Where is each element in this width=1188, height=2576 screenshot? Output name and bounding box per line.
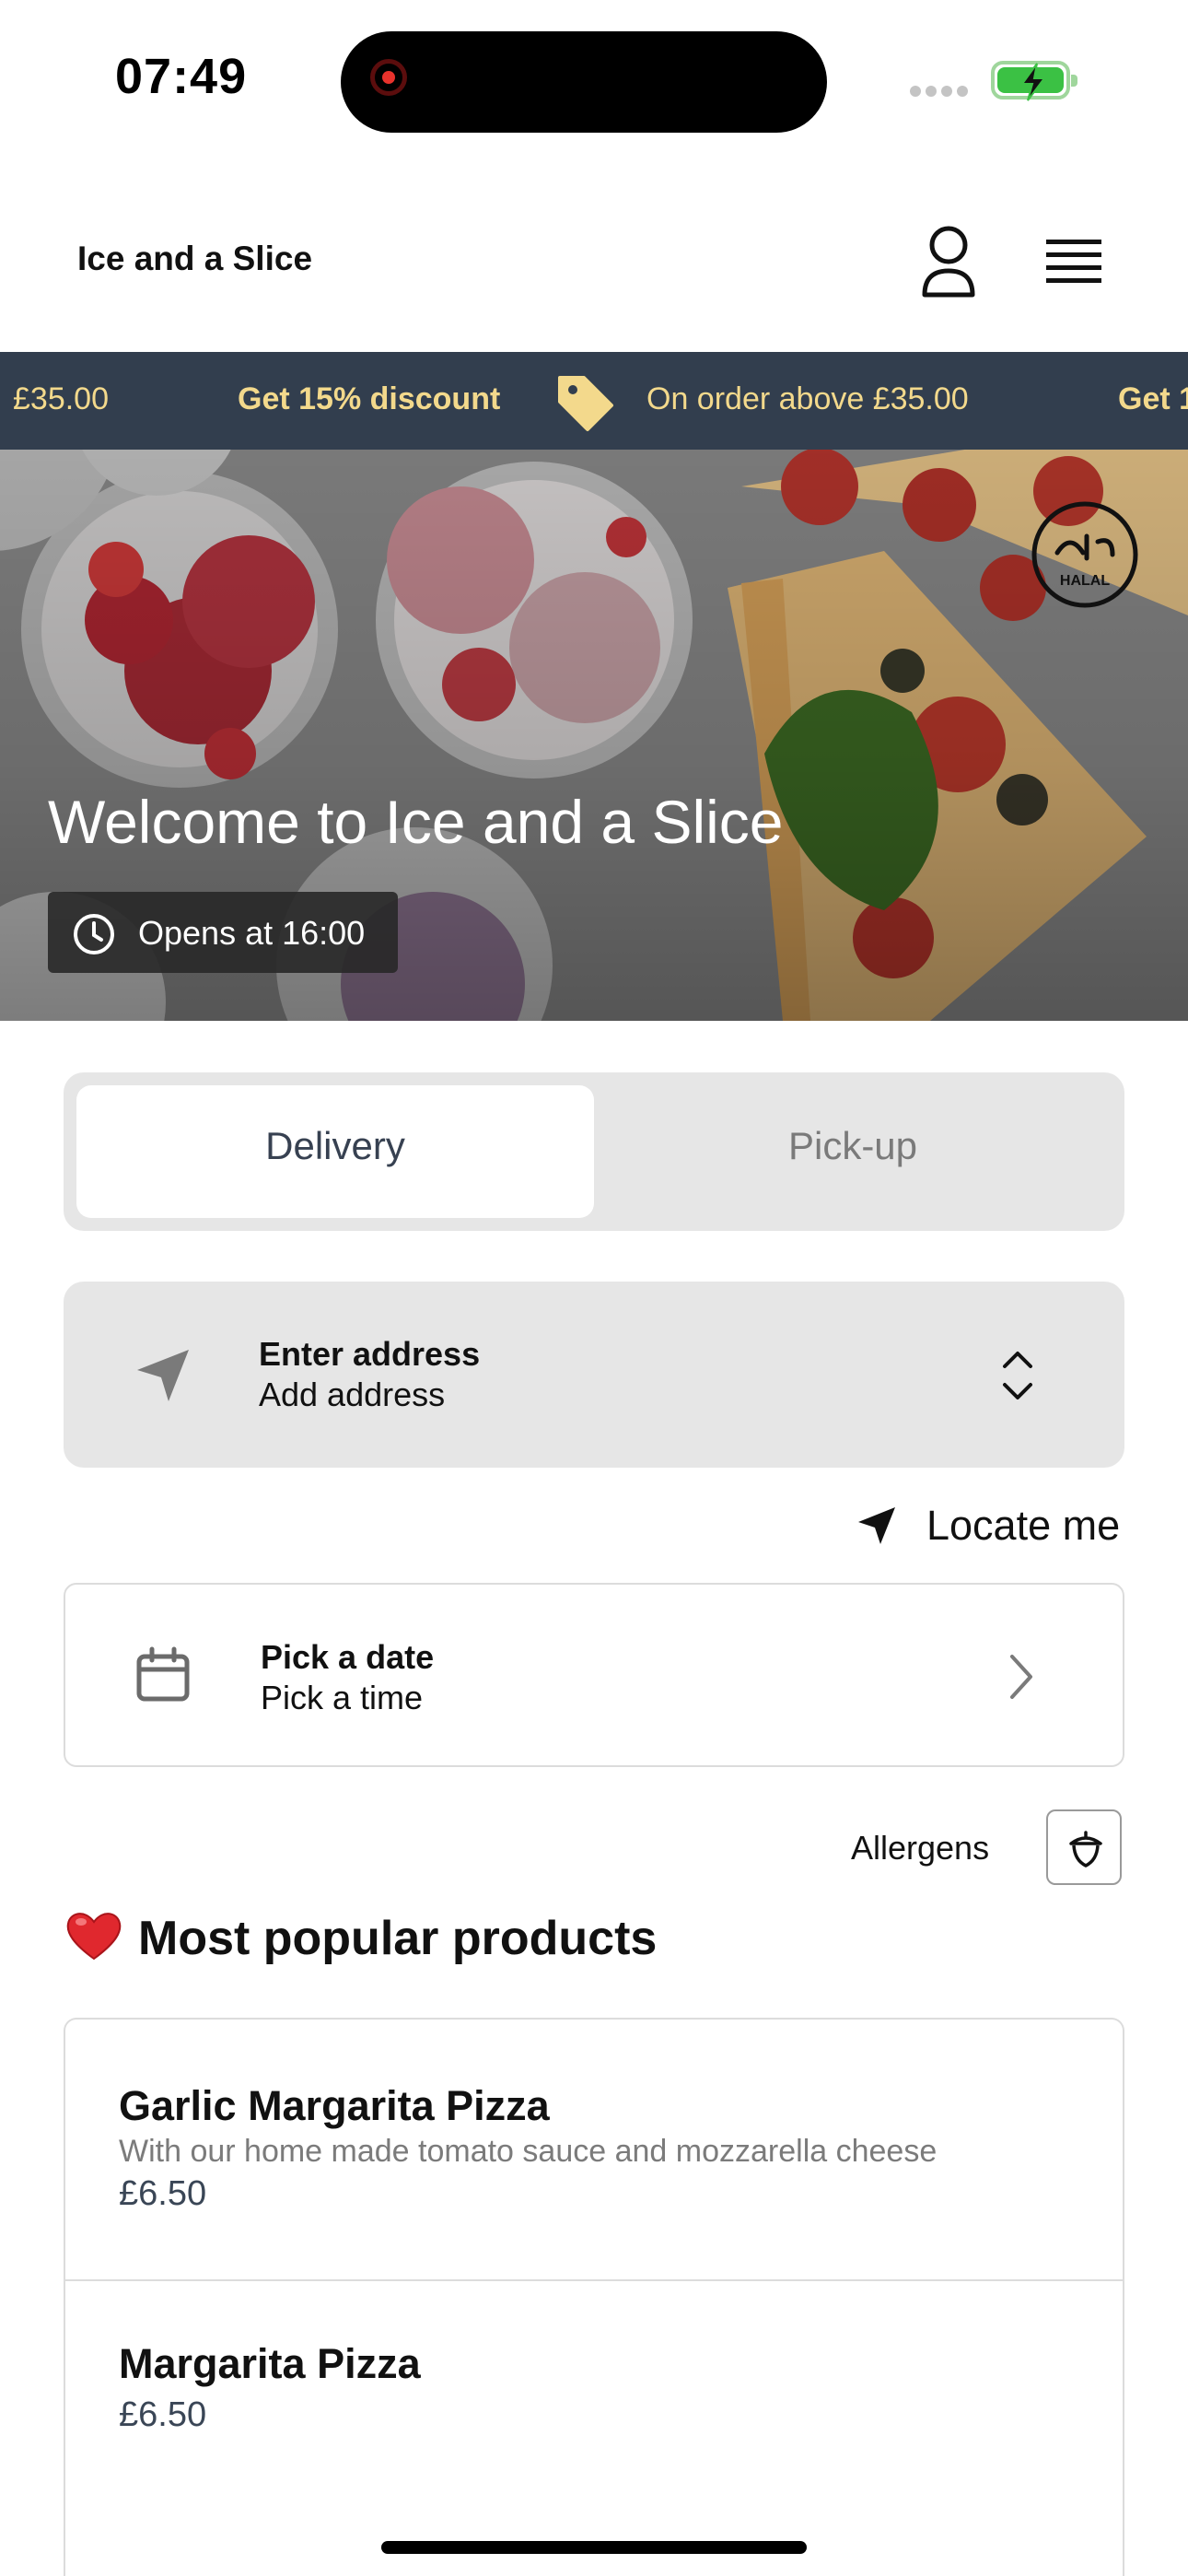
cellular-signal-icon: [910, 85, 973, 101]
ticker-item: On order above £35.00: [646, 381, 969, 416]
section-title-most-popular: Most popular products: [138, 1912, 658, 1965]
product-name: Garlic Margarita Pizza: [119, 2082, 550, 2129]
tab-delivery[interactable]: Delivery: [76, 1124, 594, 1168]
locate-me-label: Locate me: [926, 1502, 1121, 1549]
schedule-time-label: Pick a time: [261, 1679, 424, 1716]
app-header: Ice and a Slice: [0, 175, 1188, 350]
product-description: With our home made tomato sauce and mozz…: [119, 2134, 938, 2169]
chevron-up-down-icon: [1003, 1352, 1032, 1399]
allergens-label: Allergens: [851, 1829, 990, 1867]
status-time: 07:49: [115, 49, 248, 104]
address-selector[interactable]: Enter address Add address: [64, 1282, 1124, 1468]
home-indicator[interactable]: [381, 2541, 807, 2554]
ticker-item: Get 1: [1118, 381, 1188, 416]
app-screen: 07:49 Ice and a Slice £35.00 Get 15% dis…: [0, 0, 1188, 2576]
hero-banner: HALAL Welcome to Ice and a Slice Opens a…: [0, 450, 1188, 1021]
brand-name[interactable]: Ice and a Slice: [77, 240, 312, 278]
navigation-arrow-icon: [137, 1350, 189, 1401]
status-bar: 07:49: [0, 0, 1188, 157]
tab-pick-up[interactable]: Pick-up: [594, 1124, 1112, 1168]
product-name: Margarita Pizza: [119, 2340, 421, 2387]
account-button[interactable]: [912, 221, 985, 304]
welcome-title: Welcome to Ice and a Slice: [48, 788, 784, 856]
ticker-item: £35.00: [13, 381, 109, 416]
location-arrow-icon: [858, 1507, 895, 1544]
acorn-icon: [1069, 1831, 1102, 1868]
schedule-date-label: Pick a date: [261, 1638, 435, 1676]
promo-ticker: £35.00 Get 15% discount On order above £…: [0, 352, 1188, 450]
product-card[interactable]: Margarita Pizza £6.50: [65, 2279, 1123, 2576]
allergens-button[interactable]: [1046, 1809, 1122, 1885]
ticker-item: Get 15% discount: [238, 381, 501, 416]
order-mode-toggle: Delivery Pick-up: [64, 1072, 1124, 1231]
chevron-right-icon: [1010, 1655, 1032, 1699]
product-price: £6.50: [119, 2395, 207, 2434]
price-tag-icon: [558, 376, 613, 431]
recording-indicator-icon: [370, 59, 407, 96]
clock-icon: [74, 914, 114, 954]
calendar-icon: [136, 1646, 190, 1702]
opening-time-badge: Opens at 16:00: [48, 892, 398, 973]
opening-time-text: Opens at 16:00: [138, 914, 366, 952]
popular-products-list: Garlic Margarita Pizza With our home mad…: [64, 2018, 1124, 2576]
halal-badge-text: HALAL: [1060, 573, 1110, 589]
product-price: £6.50: [119, 2174, 207, 2213]
user-icon: [922, 226, 975, 298]
battery-icon: [991, 61, 1077, 101]
schedule-picker[interactable]: Pick a date Pick a time: [64, 1583, 1124, 1767]
halal-badge: HALAL: [1030, 499, 1140, 610]
locate-me-button[interactable]: Locate me: [855, 1496, 1131, 1555]
address-title: Enter address: [259, 1335, 481, 1373]
product-card[interactable]: Garlic Margarita Pizza With our home mad…: [65, 2020, 1123, 2279]
address-subtitle: Add address: [259, 1376, 446, 1413]
hamburger-menu-icon: [1046, 240, 1101, 283]
menu-button[interactable]: [1041, 230, 1107, 295]
dynamic-island: [341, 31, 827, 133]
heart-icon: [66, 1913, 122, 1961]
